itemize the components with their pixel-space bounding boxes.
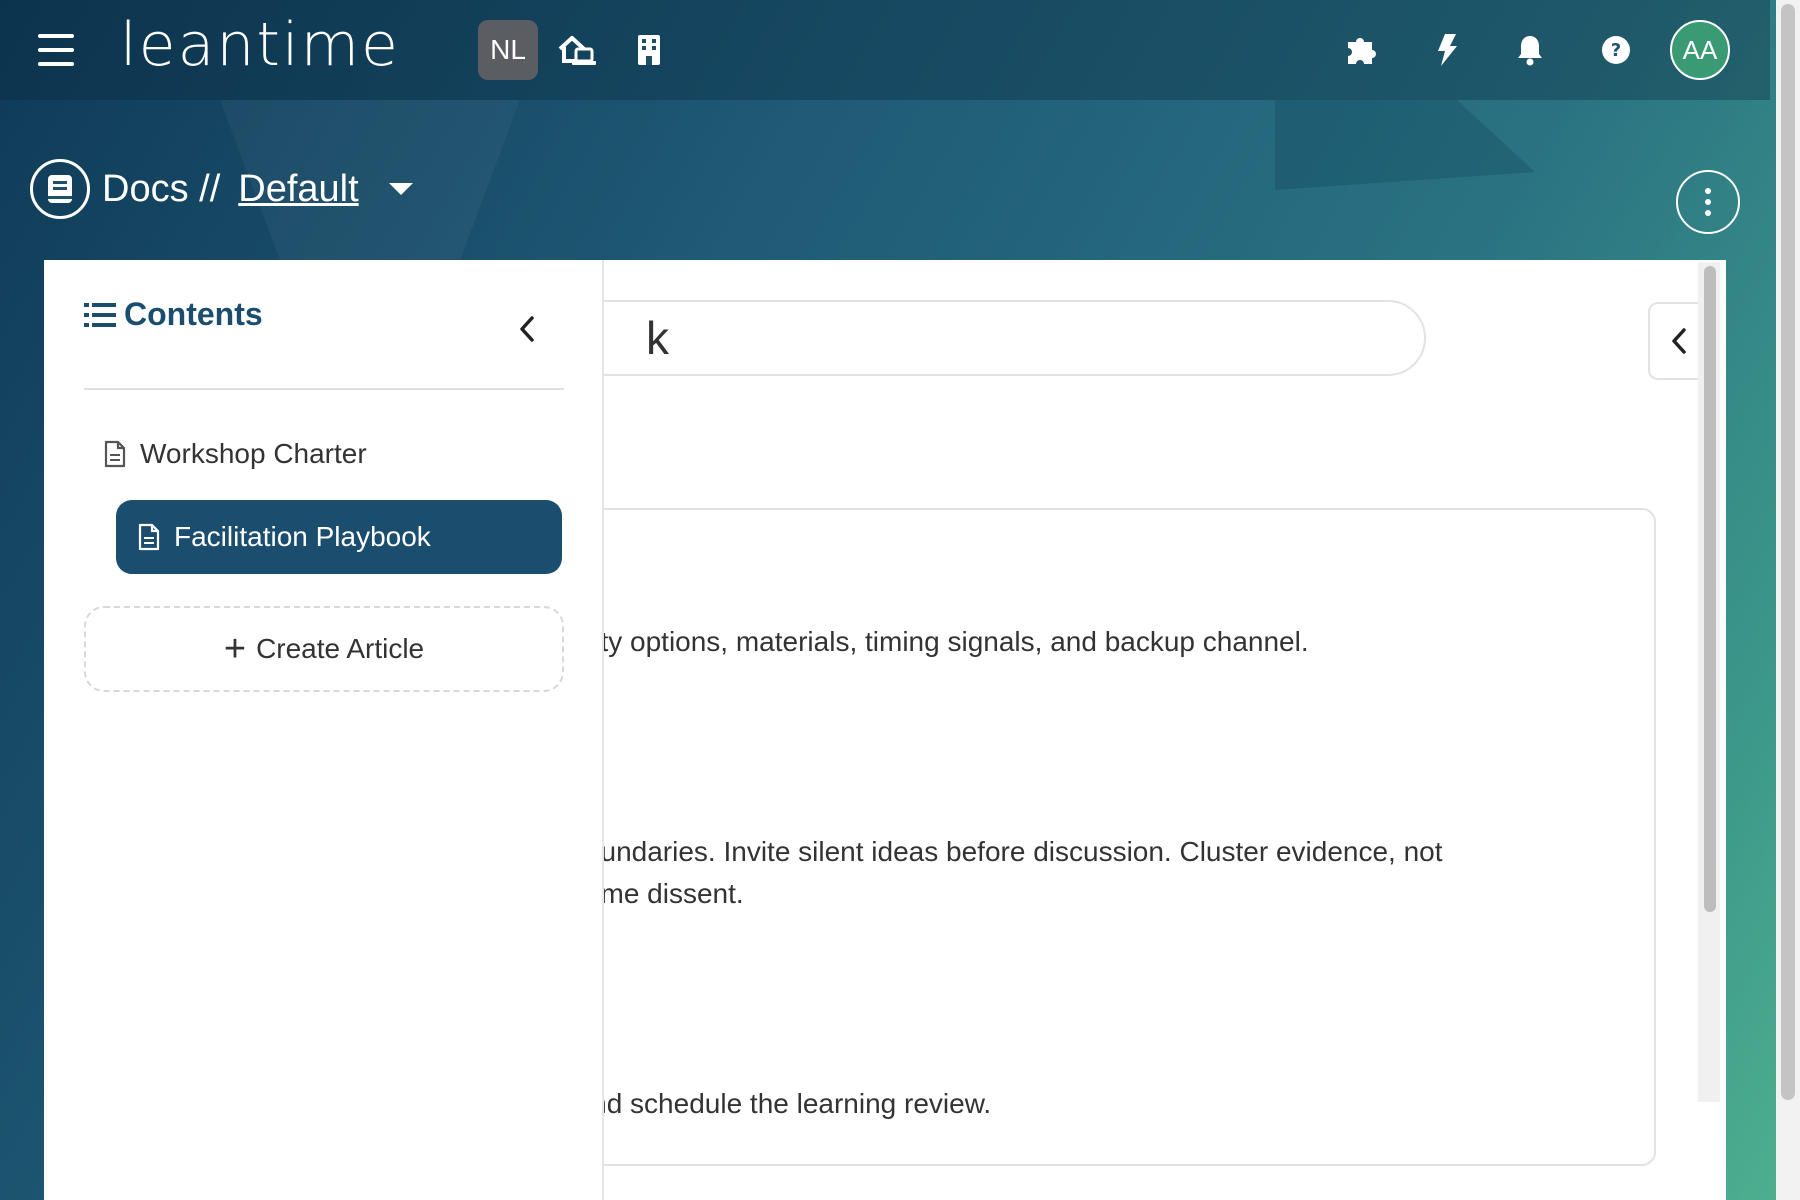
article-text-line: sibility options, materials, timing sign… xyxy=(546,626,1309,657)
sidebar-item-label: Workshop Charter xyxy=(140,438,367,469)
menu-icon[interactable] xyxy=(38,34,74,66)
contents-sidebar: Contents Workshop Charter Facilitation P… xyxy=(44,260,604,1200)
article-text-line: s, and schedule the learning review. xyxy=(546,1088,992,1119)
bell-icon[interactable] xyxy=(1508,28,1552,72)
building-icon[interactable] xyxy=(627,28,671,72)
more-options-button[interactable] xyxy=(1676,170,1740,234)
collapse-sidebar-button[interactable] xyxy=(512,312,542,346)
document-icon xyxy=(138,523,160,551)
contents-heading-label: Contents xyxy=(124,296,263,332)
sidebar-item-workshop-charter[interactable]: Workshop Charter xyxy=(104,438,367,470)
contents-heading: Contents xyxy=(84,296,263,333)
book-icon xyxy=(30,159,90,219)
background-shape xyxy=(1275,100,1535,190)
article-body-editor[interactable]: sibility options, materials, timing sign… xyxy=(544,508,1656,1166)
chevron-left-icon xyxy=(520,316,534,342)
article-text-line: e boundaries. Invite silent ideas before… xyxy=(546,836,1443,867)
article-title-input[interactable]: k xyxy=(544,300,1426,376)
page-header: Docs // Default xyxy=(30,158,413,220)
user-avatar[interactable]: AA xyxy=(1670,20,1730,80)
plus-icon: + xyxy=(223,628,247,670)
create-article-label: Create Article xyxy=(256,633,425,664)
page-scrollbar-thumb[interactable] xyxy=(1781,4,1795,1100)
top-navigation-bar: leantime NL ? AA xyxy=(0,0,1770,100)
leantime-logo[interactable]: leantime xyxy=(120,10,400,80)
document-icon xyxy=(104,440,126,468)
bolt-icon[interactable] xyxy=(1425,28,1469,72)
puzzle-icon[interactable] xyxy=(1340,28,1384,72)
chevron-down-icon[interactable] xyxy=(388,183,413,195)
svg-text:?: ? xyxy=(1611,40,1621,61)
home-switch-icon[interactable] xyxy=(555,28,599,72)
sidebar-item-facilitation-playbook[interactable]: Facilitation Playbook xyxy=(116,500,562,574)
board-selector-link[interactable]: Default xyxy=(238,168,358,211)
sidebar-item-label: Facilitation Playbook xyxy=(174,521,431,552)
help-icon[interactable]: ? xyxy=(1594,28,1638,72)
chevron-left-icon xyxy=(1672,328,1686,354)
divider xyxy=(84,388,564,390)
create-article-button[interactable]: + Create Article xyxy=(84,606,564,692)
list-icon xyxy=(84,302,116,327)
page-title: Docs // xyxy=(102,167,221,210)
panel-scrollbar-thumb[interactable] xyxy=(1704,266,1716,912)
project-badge[interactable]: NL xyxy=(478,20,538,80)
